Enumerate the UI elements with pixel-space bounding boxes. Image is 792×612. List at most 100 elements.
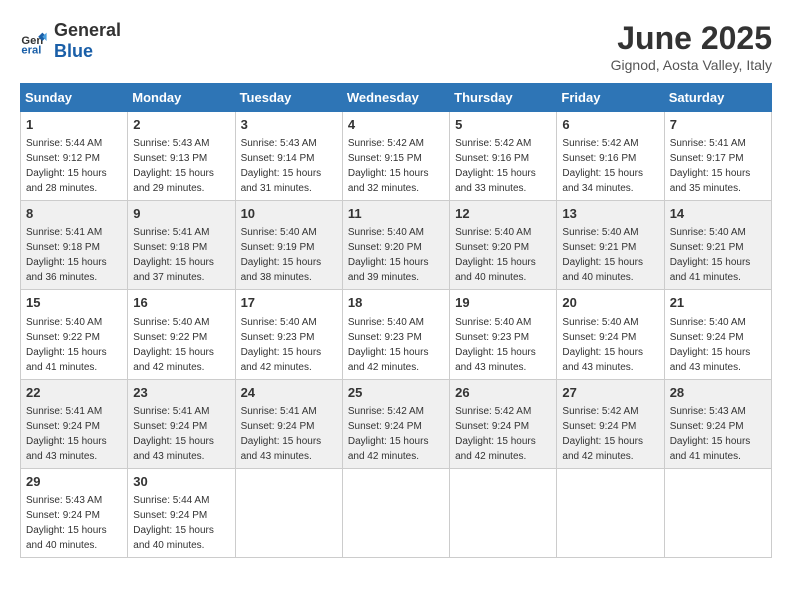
sunset-info: Sunset: 9:20 PM: [348, 242, 422, 253]
calendar-cell: 22 Sunrise: 5:41 AM Sunset: 9:24 PM Dayl…: [21, 379, 128, 468]
logo-general: General: [54, 20, 121, 40]
sunset-info: Sunset: 9:24 PM: [562, 332, 636, 343]
sunrise-info: Sunrise: 5:40 AM: [241, 317, 317, 328]
sunset-info: Sunset: 9:22 PM: [133, 332, 207, 343]
calendar-cell: 21 Sunrise: 5:40 AM Sunset: 9:24 PM Dayl…: [664, 290, 771, 379]
sunrise-info: Sunrise: 5:40 AM: [348, 317, 424, 328]
svg-text:eral: eral: [21, 45, 41, 55]
month-title: June 2025: [611, 20, 772, 57]
logo-blue: Blue: [54, 41, 93, 61]
sunset-info: Sunset: 9:16 PM: [562, 153, 636, 164]
day-number: 10: [241, 205, 337, 223]
sunrise-info: Sunrise: 5:43 AM: [670, 406, 746, 417]
day-number: 30: [133, 473, 229, 491]
day-number: 4: [348, 116, 444, 134]
sunrise-info: Sunrise: 5:44 AM: [133, 495, 209, 506]
calendar-cell: 23 Sunrise: 5:41 AM Sunset: 9:24 PM Dayl…: [128, 379, 235, 468]
day-number: 22: [26, 384, 122, 402]
day-number: 3: [241, 116, 337, 134]
header: Gen eral General Blue June 2025 Gignod, …: [20, 20, 772, 73]
calendar-week-row: 22 Sunrise: 5:41 AM Sunset: 9:24 PM Dayl…: [21, 379, 772, 468]
sunset-info: Sunset: 9:24 PM: [670, 421, 744, 432]
daylight-info: Daylight: 15 hours and 42 minutes.: [348, 436, 429, 462]
sunset-info: Sunset: 9:23 PM: [241, 332, 315, 343]
calendar-week-row: 8 Sunrise: 5:41 AM Sunset: 9:18 PM Dayli…: [21, 201, 772, 290]
day-number: 17: [241, 294, 337, 312]
day-header-friday: Friday: [557, 84, 664, 112]
day-number: 5: [455, 116, 551, 134]
daylight-info: Daylight: 15 hours and 40 minutes.: [562, 257, 643, 283]
sunrise-info: Sunrise: 5:40 AM: [455, 227, 531, 238]
daylight-info: Daylight: 15 hours and 29 minutes.: [133, 168, 214, 194]
calendar-week-row: 15 Sunrise: 5:40 AM Sunset: 9:22 PM Dayl…: [21, 290, 772, 379]
daylight-info: Daylight: 15 hours and 31 minutes.: [241, 168, 322, 194]
day-number: 6: [562, 116, 658, 134]
day-number: 21: [670, 294, 766, 312]
sunrise-info: Sunrise: 5:42 AM: [455, 406, 531, 417]
calendar-cell: 29 Sunrise: 5:43 AM Sunset: 9:24 PM Dayl…: [21, 468, 128, 557]
sunset-info: Sunset: 9:12 PM: [26, 153, 100, 164]
calendar-header-row: SundayMondayTuesdayWednesdayThursdayFrid…: [21, 84, 772, 112]
sunset-info: Sunset: 9:24 PM: [26, 421, 100, 432]
sunset-info: Sunset: 9:22 PM: [26, 332, 100, 343]
calendar-cell: 4 Sunrise: 5:42 AM Sunset: 9:15 PM Dayli…: [342, 112, 449, 201]
day-number: 7: [670, 116, 766, 134]
sunset-info: Sunset: 9:24 PM: [26, 510, 100, 521]
calendar-cell: [557, 468, 664, 557]
calendar-cell: 5 Sunrise: 5:42 AM Sunset: 9:16 PM Dayli…: [450, 112, 557, 201]
calendar-cell: 8 Sunrise: 5:41 AM Sunset: 9:18 PM Dayli…: [21, 201, 128, 290]
day-header-monday: Monday: [128, 84, 235, 112]
logo: Gen eral General Blue: [20, 20, 121, 62]
daylight-info: Daylight: 15 hours and 35 minutes.: [670, 168, 751, 194]
calendar-cell: 25 Sunrise: 5:42 AM Sunset: 9:24 PM Dayl…: [342, 379, 449, 468]
sunrise-info: Sunrise: 5:42 AM: [562, 406, 638, 417]
daylight-info: Daylight: 15 hours and 43 minutes.: [26, 436, 107, 462]
daylight-info: Daylight: 15 hours and 40 minutes.: [133, 525, 214, 551]
calendar-cell: [450, 468, 557, 557]
sunset-info: Sunset: 9:24 PM: [348, 421, 422, 432]
day-number: 20: [562, 294, 658, 312]
day-number: 15: [26, 294, 122, 312]
sunrise-info: Sunrise: 5:43 AM: [26, 495, 102, 506]
daylight-info: Daylight: 15 hours and 43 minutes.: [241, 436, 322, 462]
calendar-cell: 30 Sunrise: 5:44 AM Sunset: 9:24 PM Dayl…: [128, 468, 235, 557]
day-header-tuesday: Tuesday: [235, 84, 342, 112]
day-number: 14: [670, 205, 766, 223]
calendar-cell: 17 Sunrise: 5:40 AM Sunset: 9:23 PM Dayl…: [235, 290, 342, 379]
day-number: 16: [133, 294, 229, 312]
daylight-info: Daylight: 15 hours and 43 minutes.: [133, 436, 214, 462]
daylight-info: Daylight: 15 hours and 41 minutes.: [670, 257, 751, 283]
calendar-cell: 6 Sunrise: 5:42 AM Sunset: 9:16 PM Dayli…: [557, 112, 664, 201]
daylight-info: Daylight: 15 hours and 37 minutes.: [133, 257, 214, 283]
daylight-info: Daylight: 15 hours and 42 minutes.: [455, 436, 536, 462]
calendar-cell: 19 Sunrise: 5:40 AM Sunset: 9:23 PM Dayl…: [450, 290, 557, 379]
daylight-info: Daylight: 15 hours and 41 minutes.: [670, 436, 751, 462]
day-header-thursday: Thursday: [450, 84, 557, 112]
day-number: 24: [241, 384, 337, 402]
calendar-cell: 2 Sunrise: 5:43 AM Sunset: 9:13 PM Dayli…: [128, 112, 235, 201]
day-number: 1: [26, 116, 122, 134]
sunrise-info: Sunrise: 5:42 AM: [348, 138, 424, 149]
daylight-info: Daylight: 15 hours and 33 minutes.: [455, 168, 536, 194]
sunrise-info: Sunrise: 5:41 AM: [133, 406, 209, 417]
calendar-week-row: 1 Sunrise: 5:44 AM Sunset: 9:12 PM Dayli…: [21, 112, 772, 201]
calendar-cell: 3 Sunrise: 5:43 AM Sunset: 9:14 PM Dayli…: [235, 112, 342, 201]
day-number: 23: [133, 384, 229, 402]
sunset-info: Sunset: 9:23 PM: [348, 332, 422, 343]
sunset-info: Sunset: 9:18 PM: [26, 242, 100, 253]
daylight-info: Daylight: 15 hours and 40 minutes.: [26, 525, 107, 551]
day-number: 27: [562, 384, 658, 402]
sunrise-info: Sunrise: 5:40 AM: [241, 227, 317, 238]
calendar-cell: 24 Sunrise: 5:41 AM Sunset: 9:24 PM Dayl…: [235, 379, 342, 468]
day-number: 2: [133, 116, 229, 134]
sunset-info: Sunset: 9:13 PM: [133, 153, 207, 164]
daylight-info: Daylight: 15 hours and 42 minutes.: [562, 436, 643, 462]
day-number: 12: [455, 205, 551, 223]
sunset-info: Sunset: 9:20 PM: [455, 242, 529, 253]
day-number: 13: [562, 205, 658, 223]
calendar-cell: 26 Sunrise: 5:42 AM Sunset: 9:24 PM Dayl…: [450, 379, 557, 468]
sunrise-info: Sunrise: 5:40 AM: [26, 317, 102, 328]
calendar-cell: 9 Sunrise: 5:41 AM Sunset: 9:18 PM Dayli…: [128, 201, 235, 290]
daylight-info: Daylight: 15 hours and 32 minutes.: [348, 168, 429, 194]
sunrise-info: Sunrise: 5:40 AM: [670, 317, 746, 328]
